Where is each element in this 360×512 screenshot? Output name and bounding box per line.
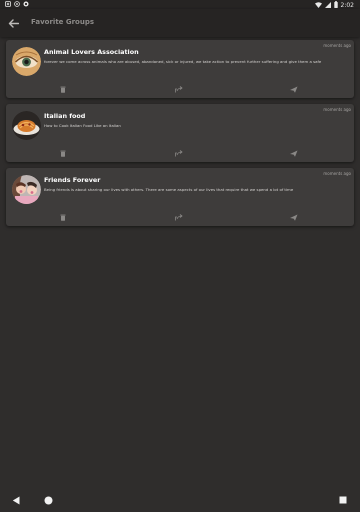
food-avatar [12,111,41,140]
nav-back-icon [12,496,20,504]
delete-button[interactable] [58,85,67,94]
card-title: Animal Lovers Association [44,48,139,56]
card-timestamp: moments ago [323,43,351,48]
share-button[interactable] [174,213,183,222]
send-button[interactable] [289,149,298,158]
share-icon [174,214,183,221]
nav-back-button[interactable] [10,494,22,506]
system-navigation-bar [0,488,360,512]
nav-recent-button[interactable] [337,494,349,506]
send-button[interactable] [289,85,298,94]
trash-icon [60,86,65,93]
group-card-italian-food[interactable]: moments ago Italian food How to Cook Ita… [6,104,354,162]
app-bar: Favorite Groups [0,9,360,37]
notification-x-icon [5,1,11,9]
share-icon [174,150,183,157]
group-card-animal-lovers[interactable]: moments ago Animal Lovers Association fo… [6,40,354,98]
page-title: Favorite Groups [31,18,95,26]
status-bar: 2:02 [0,0,360,9]
delete-button[interactable] [58,149,67,158]
card-timestamp: moments ago [323,107,351,112]
send-icon [289,150,297,157]
card-title: Friends Forever [44,176,101,184]
group-list: moments ago Animal Lovers Association fo… [6,40,354,232]
card-timestamp: moments ago [323,171,351,176]
delete-button[interactable] [58,213,67,222]
card-description: How to Cook Italian Food Like an Italian [44,123,121,128]
nav-home-icon [44,496,52,504]
share-button[interactable] [174,149,183,158]
card-description: forever we come across animals who are a… [44,59,322,64]
send-icon [289,86,297,93]
card-actions [6,213,354,222]
share-icon [174,86,183,93]
status-notifications [5,1,29,9]
friends-avatar [12,175,41,204]
circle-notification-icon [23,1,29,9]
eye-avatar [12,47,41,76]
settings-notification-icon [14,1,20,9]
card-actions [6,149,354,158]
card-actions [6,85,354,94]
nav-home-button[interactable] [42,494,54,506]
nav-recent-icon [339,496,347,504]
group-card-friends-forever[interactable]: moments ago Friends Forever Being friend… [6,168,354,226]
send-icon [289,214,297,221]
app-screen: 2:02 Favorite Groups moments ago Animal … [0,0,360,512]
card-title: Italian food [44,112,86,120]
status-time: 2:02 [340,2,354,9]
trash-icon [60,150,65,157]
arrow-back-icon [8,18,19,28]
card-description: Being friends is about sharing our lives… [44,187,294,192]
back-button[interactable] [6,16,20,30]
share-button[interactable] [174,85,183,94]
trash-icon [60,214,65,221]
send-button[interactable] [289,213,298,222]
